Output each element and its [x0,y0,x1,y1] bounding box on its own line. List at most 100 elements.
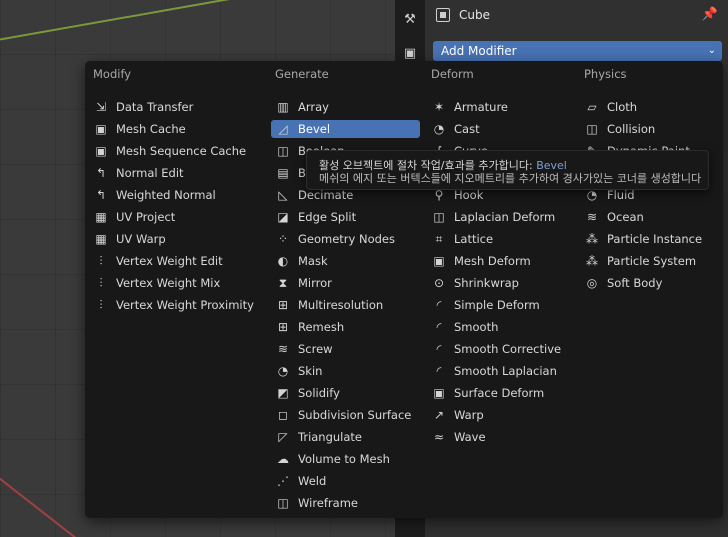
menu-item-ocean[interactable]: ≋ Ocean [580,208,716,226]
menu-item-multiresolution[interactable]: ⊞ Multiresolution [271,296,420,314]
menu-item-label: UV Warp [116,232,166,246]
object-name: Cube [459,8,490,22]
bevel-icon: ◿ [278,122,288,136]
menu-item-label: Mesh Deform [454,254,531,268]
armature-icon: ✶ [433,100,445,114]
menu-item-mesh-sequence-cache[interactable]: ▣ Mesh Sequence Cache [89,142,261,160]
menu-item-cast[interactable]: ◔ Cast [427,120,576,138]
menu-item-laplacian-deform[interactable]: ◫ Laplacian Deform [427,208,576,226]
menu-item-cloth[interactable]: ▱ Cloth [580,98,716,116]
smooth-icon: ◜ [436,364,442,378]
tooltip-title: 활성 오브젝트에 절차 작업/효과를 추가합니다: [319,159,533,172]
menu-item-subdivision-surface[interactable]: ◻ Subdivision Surface [271,406,420,424]
x-axis-line [0,470,86,537]
menu-item-vertex-weight-proximity[interactable]: ⫶ Vertex Weight Proximity [89,296,261,314]
menu-item-data-transfer[interactable]: ⇲ Data Transfer [89,98,261,116]
render-tab-icon[interactable]: ▣ [401,44,419,62]
ocean-icon: ≋ [586,210,598,224]
menu-item-mesh-deform[interactable]: ▣ Mesh Deform [427,252,576,270]
menu-item-bevel[interactable]: ◿ Bevel [271,120,420,138]
menu-item-weighted-normal[interactable]: ↰ Weighted Normal [89,186,261,204]
menu-item-label: Soft Body [607,276,663,290]
mesh-deform-icon: ▣ [433,254,445,268]
vertex-weight-icon: ⫶ [99,275,103,290]
menu-column-title: Modify [93,67,132,81]
menu-item-simple-deform[interactable]: ◜ Simple Deform [427,296,576,314]
menu-item-mesh-cache[interactable]: ▣ Mesh Cache [89,120,261,138]
menu-item-vertex-weight-edit[interactable]: ⫶ Vertex Weight Edit [89,252,261,270]
menu-item-label: Solidify [298,386,340,400]
smooth-icon: ◜ [436,320,442,334]
menu-item-label: Array [298,100,329,114]
object-icon [436,8,450,22]
menu-item-normal-edit[interactable]: ↰ Normal Edit [89,164,261,182]
menu-item-warp[interactable]: ↗ Warp [427,406,576,424]
boolean-icon: ◫ [277,144,289,158]
tool-tab-icon[interactable]: ⚒ [401,10,419,28]
menu-item-label: Simple Deform [454,298,540,312]
menu-item-label: Fluid [607,188,635,202]
menu-item-skin[interactable]: ◔ Skin [271,362,420,380]
volume-to-mesh-icon: ☁ [277,452,289,466]
menu-item-label: Vertex Weight Edit [116,254,223,268]
y-axis-line [0,0,395,44]
menu-item-edge-split[interactable]: ◪ Edge Split [271,208,420,226]
menu-item-particle-system[interactable]: ⁂ Particle System [580,252,716,270]
menu-item-vertex-weight-mix[interactable]: ⫶ Vertex Weight Mix [89,274,261,292]
menu-item-label: Cast [454,122,480,136]
menu-item-label: Mask [298,254,328,268]
menu-item-label: Lattice [454,232,494,246]
screw-icon: ≋ [277,342,289,356]
menu-item-uv-warp[interactable]: ▦ UV Warp [89,230,261,248]
uv-project-icon: ▦ [95,210,107,224]
menu-item-label: Decimate [298,188,354,202]
uv-warp-icon: ▦ [95,232,107,246]
menu-item-collision[interactable]: ◫ Collision [580,120,716,138]
add-modifier-button[interactable]: Add Modifier ⌄ [433,41,722,61]
menu-item-smooth[interactable]: ◜ Smooth [427,318,576,336]
array-icon: ▥ [277,100,289,114]
menu-item-mask[interactable]: ◐ Mask [271,252,420,270]
menu-item-label: Hook [454,188,484,202]
menu-item-screw[interactable]: ≋ Screw [271,340,420,358]
menu-column-title: Generate [275,67,329,81]
menu-item-volume-to-mesh[interactable]: ☁ Volume to Mesh [271,450,420,468]
build-icon: ▤ [277,166,289,180]
add-modifier-menu: Modify ⇲ Data Transfer ▣ Mesh Cache ▣ Mesh Seq… [85,61,723,518]
menu-item-armature[interactable]: ✶ Armature [427,98,576,116]
menu-item-label: Mirror [298,276,332,290]
menu-item-label: Smooth Laplacian [454,364,557,378]
menu-item-remesh[interactable]: ⊞ Remesh [271,318,420,336]
soft-body-icon: ◎ [586,276,598,290]
menu-item-solidify[interactable]: ◩ Solidify [271,384,420,402]
menu-item-lattice[interactable]: ⌗ Lattice [427,230,576,248]
menu-item-mirror[interactable]: ⧗ Mirror [271,274,420,292]
menu-item-smooth-laplacian[interactable]: ◜ Smooth Laplacian [427,362,576,380]
skin-icon: ◔ [277,364,289,378]
tooltip-description: 메쉬의 에지 또는 버텍스들에 지오메트리를 추가하여 경사가있는 코너를 생성… [319,172,702,185]
menu-item-particle-instance[interactable]: ⁂ Particle Instance [580,230,716,248]
laplacian-deform-icon: ◫ [433,210,445,224]
menu-column-title: Deform [431,67,474,81]
cloth-icon: ▱ [587,100,597,114]
pin-icon[interactable]: 📌 [702,7,718,22]
menu-item-soft-body[interactable]: ◎ Soft Body [580,274,716,292]
normal-edit-icon: ↰ [95,166,107,180]
menu-item-shrinkwrap[interactable]: ⊙ Shrinkwrap [427,274,576,292]
smooth-icon: ◜ [436,342,442,356]
menu-item-wave[interactable]: ≈ Wave [427,428,576,446]
menu-item-label: Screw [298,342,333,356]
menu-item-weld[interactable]: ⋰ Weld [271,472,420,490]
weighted-normal-icon: ↰ [95,188,107,202]
menu-item-wireframe[interactable]: ◫ Wireframe [271,494,420,512]
menu-item-surface-deform[interactable]: ▣ Surface Deform [427,384,576,402]
menu-item-label: Skin [298,364,323,378]
menu-item-array[interactable]: ▥ Array [271,98,420,116]
menu-item-triangulate[interactable]: ◸ Triangulate [271,428,420,446]
menu-item-uv-project[interactable]: ▦ UV Project [89,208,261,226]
subdivision-surface-icon: ◻ [278,408,288,422]
menu-item-label: Data Transfer [116,100,194,114]
lattice-icon: ⌗ [435,231,443,246]
menu-item-geometry-nodes[interactable]: ⁘ Geometry Nodes [271,230,420,248]
menu-item-smooth-corrective[interactable]: ◜ Smooth Corrective [427,340,576,358]
